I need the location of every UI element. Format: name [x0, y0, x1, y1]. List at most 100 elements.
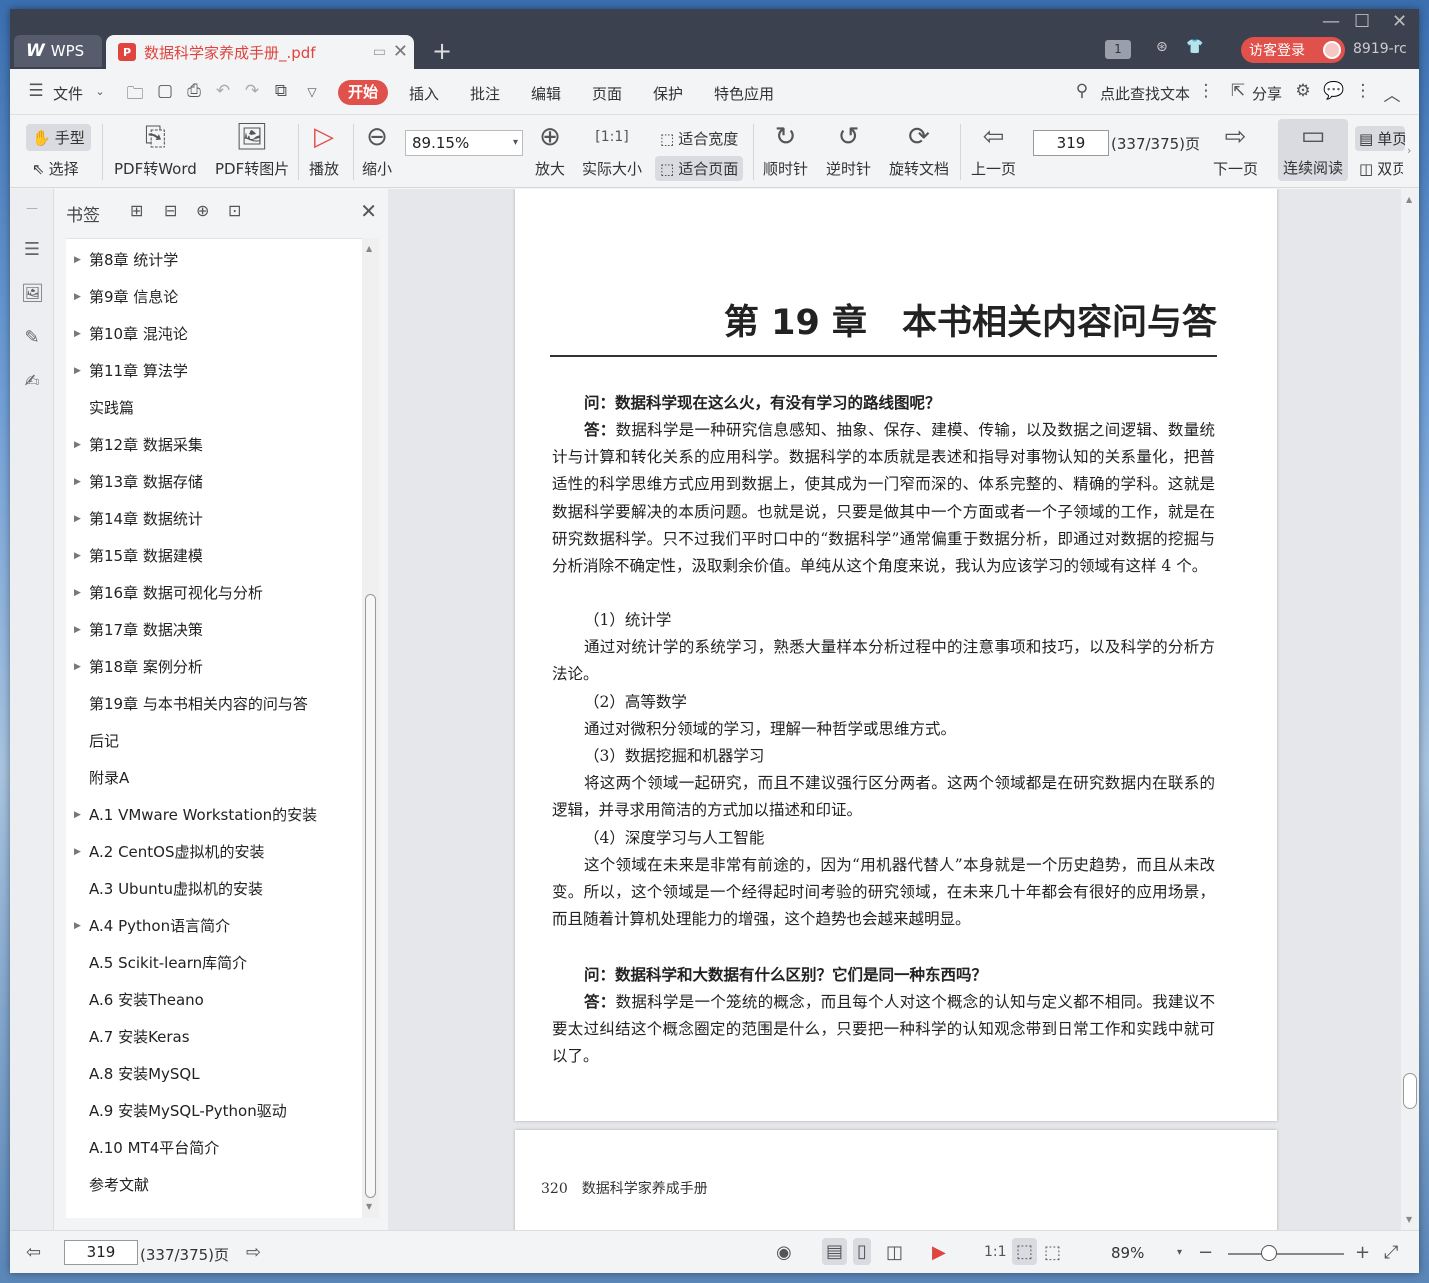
expand-arrow-icon[interactable]: ▶ [66, 810, 89, 820]
skin-icon[interactable]: ⊛ [1156, 39, 1168, 55]
scroll-up-icon[interactable]: ▲ [366, 244, 372, 253]
zoom-slider-track[interactable] [1228, 1253, 1344, 1255]
play-slideshow-icon[interactable]: ▶ [932, 1242, 946, 1263]
scroll-down-icon[interactable]: ▼ [1406, 1215, 1412, 1224]
more-options-icon[interactable]: ⋮ [1353, 81, 1373, 101]
close-panel-icon[interactable]: ✕ [360, 199, 377, 223]
expand-arrow-icon[interactable]: ▶ [66, 551, 89, 561]
open-folder-icon[interactable]: 🗀 [125, 81, 145, 104]
double-page-view-icon[interactable]: ◫ [886, 1242, 903, 1263]
bookmark-item[interactable]: 参考文献 [66, 1166, 362, 1203]
tab-protect[interactable]: 保护 [653, 83, 683, 104]
single-page-view-icon[interactable]: ▯ [853, 1238, 871, 1265]
more-vertical-icon[interactable]: ⋮ [1196, 81, 1216, 101]
pdf-to-word-button[interactable]: ⎘ PDF转Word [114, 120, 197, 179]
bookmark-item[interactable]: 后记 [66, 722, 362, 759]
bookmark-item[interactable]: ▶ 第9章 信息论 [66, 278, 362, 315]
actual-size-icon[interactable]: 1:1 [984, 1244, 1007, 1260]
wps-home-tab[interactable]: W WPS [14, 35, 102, 67]
bookmark-item[interactable]: 实践篇 [66, 389, 362, 426]
delete-bookmark-icon[interactable]: ⊡ [228, 201, 241, 220]
signature-icon[interactable]: ✍ [21, 371, 43, 393]
zoom-plus-icon[interactable]: + [1355, 1242, 1370, 1263]
collapse-all-icon[interactable]: ⊟ [164, 201, 177, 220]
tab-page[interactable]: 页面 [592, 83, 622, 104]
fit-page-button[interactable]: ⬚ 适合页面 [655, 156, 744, 181]
bookmark-item[interactable]: A.6 安装Theano [66, 981, 362, 1018]
bookmark-item[interactable]: ▶ 第8章 统计学 [66, 241, 362, 278]
undo-icon[interactable]: ↶ [213, 81, 233, 101]
minimize-icon[interactable]: — [1322, 11, 1340, 32]
expand-arrow-icon[interactable]: ▶ [66, 329, 89, 339]
export-image-icon[interactable]: ⧉ [271, 81, 291, 101]
pin-icon[interactable]: ▭ [373, 44, 386, 60]
bookmark-item[interactable]: ▶ 第16章 数据可视化与分析 [66, 574, 362, 611]
bookmark-item[interactable]: 附录A [66, 759, 362, 796]
ribbon-scroll-right-icon[interactable]: › [1407, 144, 1411, 157]
status-page-input[interactable]: 319 [64, 1240, 138, 1265]
share-button[interactable]: 分享 [1252, 83, 1282, 104]
save-icon[interactable]: ▢ [155, 81, 175, 101]
previous-page-button[interactable]: ⇦ 上一页 [971, 120, 1016, 179]
tab-annotate[interactable]: 批注 [470, 83, 500, 104]
expand-arrow-icon[interactable]: ▶ [66, 514, 89, 524]
bookmark-item[interactable]: ▶ A.1 VMware Workstation的安装 [66, 796, 362, 833]
document-scroll-thumb[interactable] [1403, 1073, 1417, 1109]
bookmark-list-icon[interactable]: ☰ [21, 239, 43, 261]
maximize-icon[interactable]: ☐ [1354, 11, 1370, 32]
expand-arrow-icon[interactable]: ▶ [66, 921, 89, 931]
shirt-icon[interactable]: 👕 [1186, 39, 1203, 55]
bookmark-item[interactable]: A.9 安装MySQL-Python驱动 [66, 1092, 362, 1129]
zoom-out-button[interactable]: ⊖ 缩小 [362, 120, 392, 179]
bookmark-item[interactable]: ▶ 第17章 数据决策 [66, 611, 362, 648]
bookmark-item[interactable]: ▶ 第11章 算法学 [66, 352, 362, 389]
tab-insert[interactable]: 插入 [409, 83, 439, 104]
bookmark-item[interactable]: 第19章 与本书相关内容的问与答 [66, 685, 362, 722]
scroll-up-icon[interactable]: ▲ [1406, 195, 1412, 204]
play-button[interactable]: ▷ 播放 [309, 120, 339, 179]
fit-width-button[interactable]: ⬚ 适合宽度 [660, 128, 738, 149]
expand-arrow-icon[interactable]: ▶ [66, 625, 89, 635]
expand-arrow-icon[interactable]: ▶ [66, 255, 89, 265]
continuous-reading-button[interactable]: ▭ 连续阅读 [1278, 119, 1348, 181]
more-quick-icon[interactable]: ▽ [302, 85, 322, 105]
status-zoom-value[interactable]: 89% [1111, 1244, 1144, 1262]
double-page-button[interactable]: ◫ 双页 [1359, 158, 1403, 179]
document-tab[interactable]: P 数据科学家养成手册_.pdf ▭ ✕ [106, 35, 414, 69]
expand-arrow-icon[interactable]: ▶ [66, 662, 89, 672]
scroll-down-icon[interactable]: ▼ [366, 1202, 372, 1211]
zoom-select[interactable]: 89.15% ▾ [405, 130, 523, 156]
bookmark-scrollbar[interactable]: ▲ ▼ [362, 238, 379, 1218]
eye-protection-icon[interactable]: ◉ [776, 1242, 792, 1263]
new-tab-icon[interactable]: + [432, 37, 452, 65]
expand-arrow-icon[interactable]: ▶ [66, 292, 89, 302]
arrow-left-icon[interactable]: ⇦ [26, 1242, 41, 1263]
add-bookmark-icon[interactable]: ⊕ [196, 201, 209, 220]
continuous-view-icon[interactable]: ▤ [822, 1238, 848, 1265]
rotate-clockwise-button[interactable]: ↻ 顺时针 [763, 120, 808, 179]
expand-arrow-icon[interactable]: ▶ [66, 847, 89, 857]
window-count-badge[interactable]: 1 [1105, 40, 1131, 59]
fit-width-icon[interactable]: ⬚ [1044, 1242, 1061, 1263]
bookmark-scroll-thumb[interactable] [365, 594, 376, 1198]
annotation-icon[interactable]: ✎ [21, 327, 43, 349]
zoom-minus-icon[interactable]: − [1198, 1242, 1213, 1263]
search-icon[interactable]: ⚲ [1072, 81, 1092, 101]
bookmark-item[interactable]: ▶ 第18章 案例分析 [66, 648, 362, 685]
collapse-ribbon-icon[interactable]: ︿ [1382, 81, 1402, 106]
find-text-field[interactable]: 点此查找文本 [1100, 83, 1190, 104]
share-icon[interactable]: ⇱ [1228, 81, 1248, 101]
zoom-slider-knob[interactable] [1260, 1245, 1277, 1261]
close-tab-icon[interactable]: ✕ [393, 41, 408, 62]
expand-all-icon[interactable]: ⊞ [130, 201, 143, 220]
actual-size-button[interactable]: [1:1] 实际大小 [582, 120, 642, 179]
print-icon[interactable]: ⎙ [184, 81, 204, 101]
arrow-right-icon[interactable]: ⇨ [246, 1242, 261, 1263]
settings-gear-icon[interactable]: ⚙ [1293, 81, 1313, 101]
thumbnail-icon[interactable]: 🖼 [21, 283, 44, 305]
chevron-down-icon[interactable]: ⌄ [90, 85, 110, 105]
rotate-counterclockwise-button[interactable]: ↺ 逆时针 [826, 120, 871, 179]
document-viewport[interactable]: 第 19 章 本书相关内容问与答 问：数据科学现在这么火，有没有学习的路线图呢？… [388, 189, 1401, 1230]
single-page-button[interactable]: ▤ 单页 [1355, 126, 1405, 151]
bookmark-item[interactable]: A.8 安装MySQL [66, 1055, 362, 1092]
